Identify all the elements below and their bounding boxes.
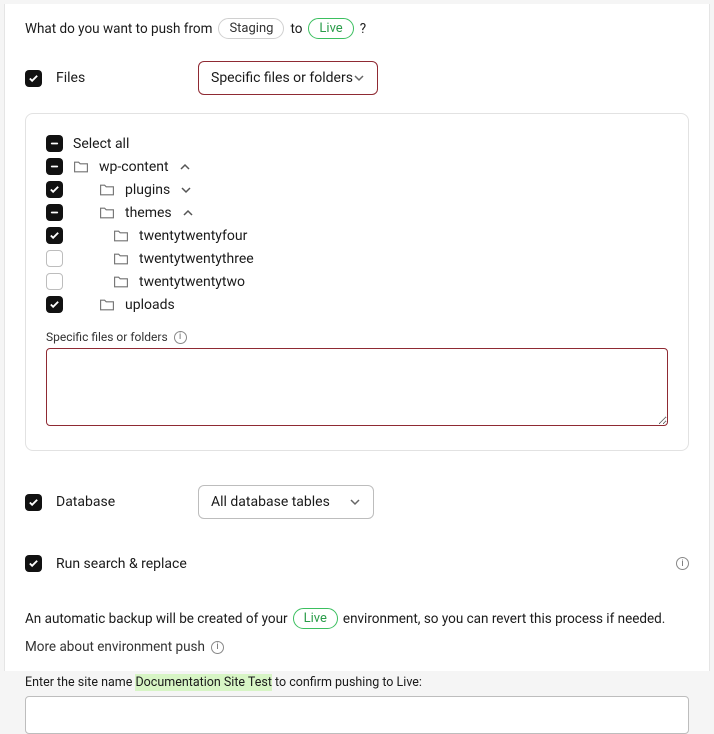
folder-icon [99,298,115,312]
folder-icon [99,206,115,220]
more-about-link[interactable]: More about environment push i [25,639,689,655]
more-about-label: More about environment push [25,639,205,655]
minus-icon [49,161,60,172]
uploads-checkbox[interactable] [46,296,63,313]
folder-icon [73,160,89,174]
prompt-prefix: What do you want to push from [25,21,212,37]
files-checkbox[interactable] [25,70,42,87]
specific-files-textarea[interactable] [46,348,668,426]
info-icon[interactable]: i [676,557,689,570]
folder-icon [113,275,129,289]
chevron-up-icon[interactable] [182,207,194,219]
plugins-label: plugins [125,182,170,198]
tree-themes[interactable]: themes [46,201,668,224]
tree-select-all[interactable]: Select all [46,132,668,155]
info-icon[interactable]: i [174,331,187,344]
t24-checkbox[interactable] [46,227,63,244]
confirm-sitename: Documentation Site Test [135,674,271,691]
env-to-pill: Live [308,18,353,39]
prompt-suffix: ? [360,21,366,37]
check-icon [49,299,60,310]
search-replace-checkbox[interactable] [25,555,42,572]
files-scope-value: Specific files or folders [211,70,353,86]
info-icon: i [211,641,224,654]
chevron-down-icon [353,72,365,84]
file-tree: Select all wp-content plugins [46,132,668,316]
chevron-down-icon[interactable] [180,184,192,196]
folder-icon [113,229,129,243]
file-selection-box: Select all wp-content plugins [25,113,689,451]
backup-env-pill: Live [293,608,338,629]
tree-t22[interactable]: twentytwentytwo [46,270,668,293]
confirm-label: Enter the site name Documentation Site T… [25,675,689,690]
specific-input-label: Specific files or folders [46,330,168,344]
select-all-label: Select all [73,136,129,152]
wp-content-label: wp-content [99,159,169,175]
tree-plugins[interactable]: plugins [46,178,668,201]
t24-label: twentytwentyfour [139,228,247,244]
tree-uploads[interactable]: uploads [46,293,668,316]
files-label: Files [56,70,136,86]
database-scope-select[interactable]: All database tables [198,485,374,519]
search-replace-label: Run search & replace [56,556,714,572]
wp-content-checkbox[interactable] [46,158,63,175]
check-icon [49,184,60,195]
folder-icon [99,183,115,197]
database-checkbox[interactable] [25,494,42,511]
themes-label: themes [125,205,172,221]
database-label: Database [56,494,136,510]
minus-icon [49,138,60,149]
tree-t24[interactable]: twentytwentyfour [46,224,668,247]
backup-suffix: environment, so you can revert this proc… [343,611,665,627]
env-from-pill: Staging [218,18,284,39]
chevron-down-icon [349,496,361,508]
select-all-checkbox[interactable] [46,135,63,152]
plugins-checkbox[interactable] [46,181,63,198]
t23-checkbox[interactable] [46,250,63,267]
database-scope-value: All database tables [211,494,330,510]
t22-label: twentytwentytwo [139,274,245,290]
prompt-mid: to [290,21,302,37]
check-icon [49,230,60,241]
t22-checkbox[interactable] [46,273,63,290]
uploads-label: uploads [125,297,175,313]
chevron-up-icon[interactable] [179,161,191,173]
check-icon [28,558,39,569]
check-icon [28,73,39,84]
t23-label: twentytwentythree [139,251,254,267]
tree-wp-content[interactable]: wp-content [46,155,668,178]
confirm-site-input[interactable] [25,696,689,734]
backup-prefix: An automatic backup will be created of y… [25,611,288,627]
check-icon [28,497,39,508]
themes-checkbox[interactable] [46,204,63,221]
tree-t23[interactable]: twentytwentythree [46,247,668,270]
folder-icon [113,252,129,266]
minus-icon [49,207,60,218]
files-scope-select[interactable]: Specific files or folders [198,61,378,95]
